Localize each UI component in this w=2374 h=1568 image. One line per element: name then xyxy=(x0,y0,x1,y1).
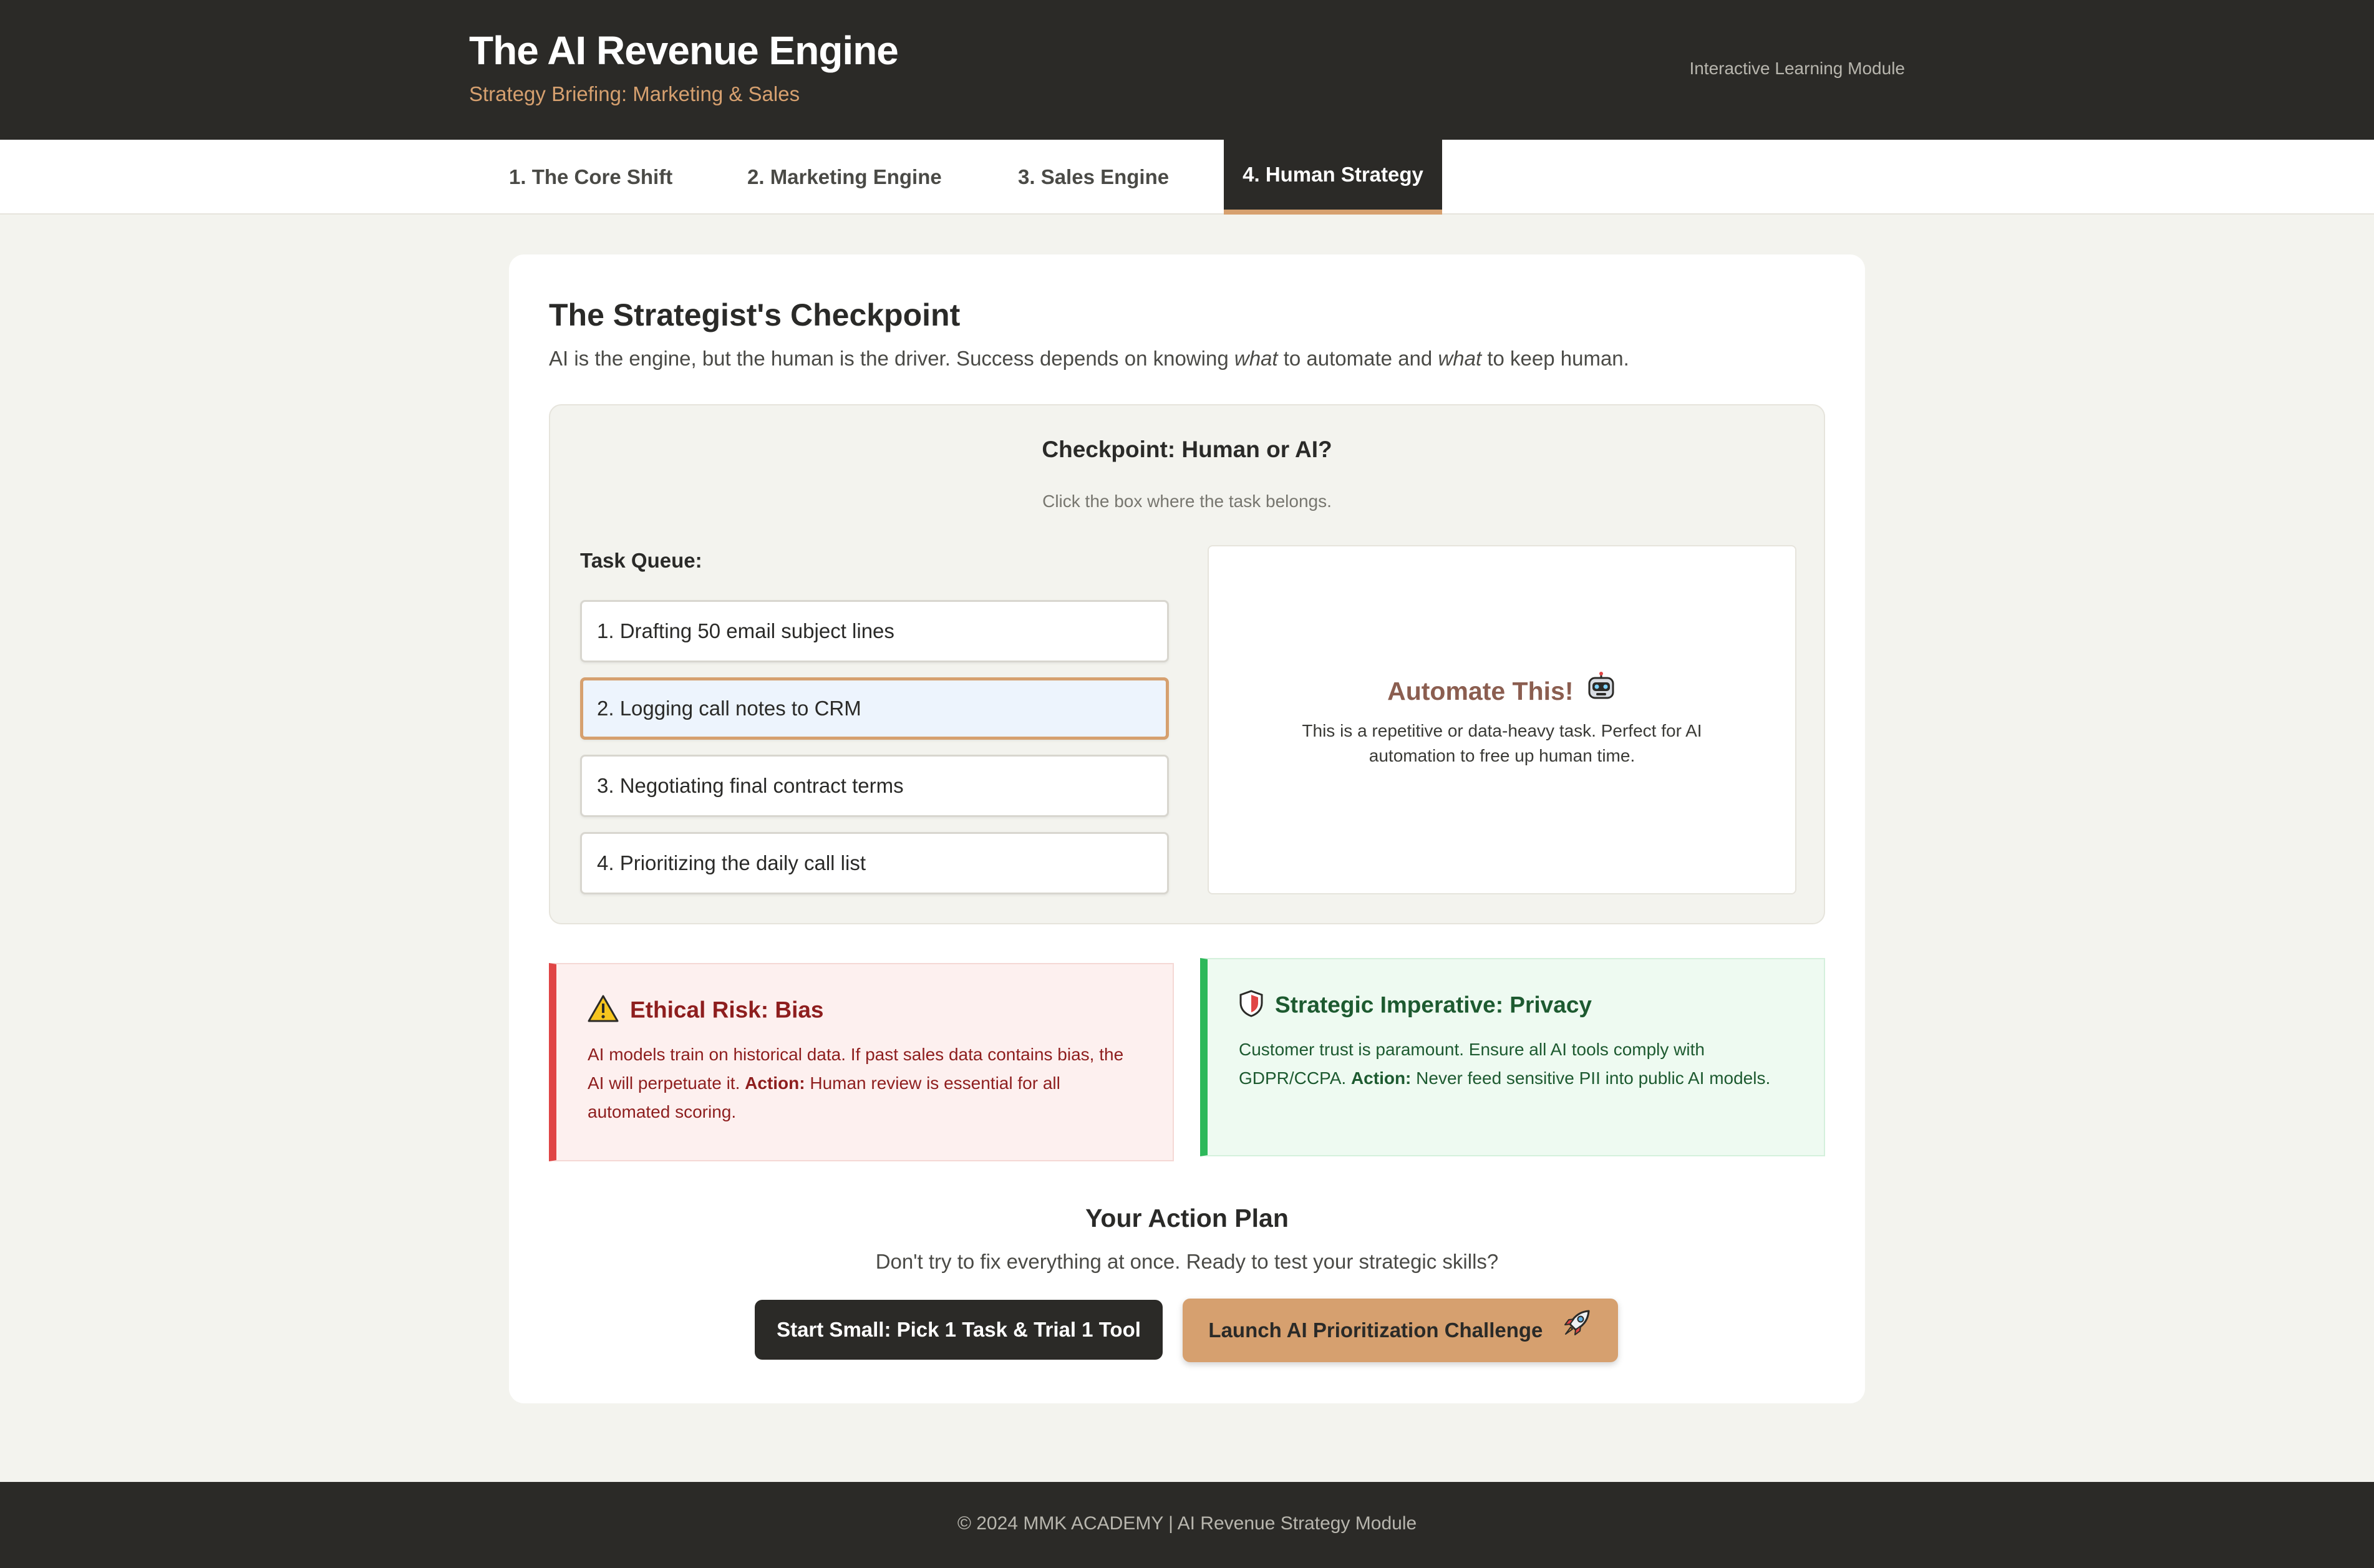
lead-emphasis-2: what xyxy=(1438,347,1482,370)
action-plan-subtitle: Don't try to fix everything at once. Rea… xyxy=(875,1250,1499,1273)
result-title-row: Automate This! xyxy=(1209,671,1795,709)
page-lead: AI is the engine, but the human is the d… xyxy=(549,347,1629,370)
privacy-title-row: Strategic Imperative: Privacy xyxy=(1239,989,1592,1024)
app-footer: © 2024 MMK ACADEMY | AI Revenue Strategy… xyxy=(0,1482,2374,1568)
action-plan-title: Your Action Plan xyxy=(1085,1204,1289,1232)
result-text: This is a repetitive or data-heavy task.… xyxy=(1302,721,1702,765)
footer-text: © 2024 MMK ACADEMY | AI Revenue Strategy… xyxy=(957,1513,1417,1534)
result-title: Automate This! xyxy=(1387,677,1574,705)
checkpoint-panel: Checkpoint: Human or AI? Click the box w… xyxy=(549,404,1825,924)
risk-title-row: Ethical Risk: Bias xyxy=(588,994,824,1028)
tab-marketing-engine[interactable]: 2. Marketing Engine xyxy=(726,140,963,215)
result-box[interactable]: Automate This! This is a repetitive or d… xyxy=(1208,545,1796,894)
lead-text-1: AI is the engine, but the human is the d… xyxy=(549,347,1234,370)
risk-callout: Ethical Risk: Bias AI models train on hi… xyxy=(549,963,1174,1161)
launch-challenge-label: Launch AI Prioritization Challenge xyxy=(1208,1319,1543,1342)
tab-core-shift[interactable]: 1. The Core Shift xyxy=(488,140,694,215)
lead-emphasis-1: what xyxy=(1234,347,1278,370)
privacy-callout: Strategic Imperative: Privacy Customer t… xyxy=(1200,958,1825,1156)
checkpoint-instruction: Click the box where the task belongs. xyxy=(1042,491,1332,511)
rocket-icon xyxy=(1561,1300,1592,1363)
module-label: Interactive Learning Module xyxy=(1689,59,1905,78)
lead-text-2: to automate and xyxy=(1277,347,1438,370)
tab-human-strategy[interactable]: 4. Human Strategy xyxy=(1224,140,1442,215)
page-title: The Strategist's Checkpoint xyxy=(549,298,961,332)
app-header: The AI Revenue Engine Strategy Briefing:… xyxy=(0,0,2374,140)
shield-icon xyxy=(1239,989,1264,1024)
privacy-title: Strategic Imperative: Privacy xyxy=(1275,992,1592,1018)
task-item-3[interactable]: 3. Negotiating final contract terms xyxy=(580,755,1169,817)
robot-icon xyxy=(1586,671,1617,709)
risk-text: AI models train on historical data. If p… xyxy=(588,1040,1135,1126)
app-title: The AI Revenue Engine xyxy=(469,28,899,73)
privacy-action-label: Action: xyxy=(1350,1068,1412,1088)
task-queue-label: Task Queue: xyxy=(580,549,702,572)
risk-title: Ethical Risk: Bias xyxy=(630,997,824,1023)
privacy-text: Customer trust is paramount. Ensure all … xyxy=(1239,1035,1786,1093)
task-item-2[interactable]: 2. Logging call notes to CRM xyxy=(580,677,1169,740)
lead-text-3: to keep human. xyxy=(1481,347,1629,370)
content-card: The Strategist's Checkpoint AI is the en… xyxy=(509,254,1865,1403)
tab-sales-engine[interactable]: 3. Sales Engine xyxy=(997,140,1190,215)
task-item-1[interactable]: 1. Drafting 50 email subject lines xyxy=(580,600,1169,662)
tab-bar: 1. The Core Shift 2. Marketing Engine 3.… xyxy=(0,140,2374,215)
launch-challenge-button[interactable]: Launch AI Prioritization Challenge xyxy=(1183,1299,1618,1362)
warning-icon xyxy=(588,994,619,1028)
checkpoint-title: Checkpoint: Human or AI? xyxy=(1042,437,1332,462)
start-small-button[interactable]: Start Small: Pick 1 Task & Trial 1 Tool xyxy=(755,1300,1163,1360)
privacy-action-text: Never feed sensitive PII into public AI … xyxy=(1416,1068,1771,1088)
risk-action-label: Action: xyxy=(745,1073,805,1093)
app-subtitle: Strategy Briefing: Marketing & Sales xyxy=(469,82,800,105)
task-item-4[interactable]: 4. Prioritizing the daily call list xyxy=(580,832,1169,894)
